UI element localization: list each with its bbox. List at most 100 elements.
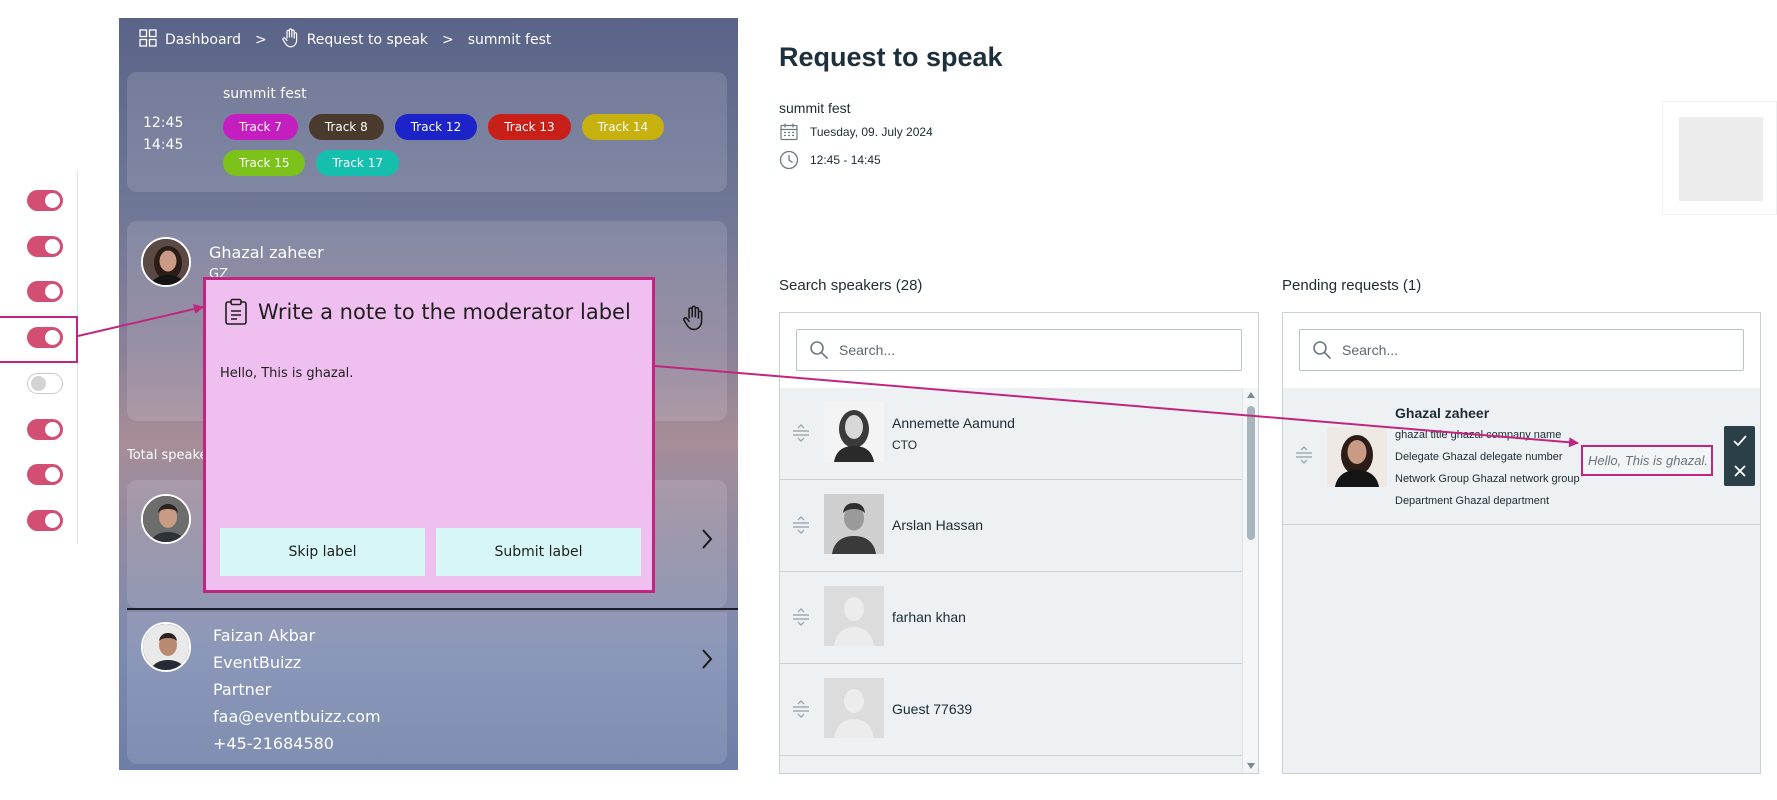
breadcrumb: Dashboard > Request to speak > summit fe… bbox=[139, 28, 552, 52]
track-pill[interactable]: Track 12 bbox=[394, 114, 478, 140]
track-pill[interactable]: Track 13 bbox=[488, 114, 571, 140]
speaker-email[interactable]: faa@eventbuizz.com bbox=[213, 703, 381, 730]
toggle-switch-8[interactable] bbox=[27, 510, 63, 531]
speaker-name: Faizan Akbar bbox=[213, 626, 316, 645]
speaker-list: Annemette Aamund CTO Arslan Hassan farhan k… bbox=[780, 388, 1258, 773]
dashboard-grid-icon bbox=[139, 29, 157, 51]
event-times: 12:45 14:45 bbox=[143, 112, 183, 156]
event-date-row: Tuesday, 09. July 2024 bbox=[779, 121, 933, 143]
breadcrumb-separator: > bbox=[442, 32, 454, 48]
track-pill[interactable]: Track 8 bbox=[308, 114, 384, 140]
check-icon bbox=[1732, 435, 1747, 447]
speaker-row[interactable]: Annemette Aamund CTO bbox=[780, 388, 1242, 480]
modal-title: Write a note to the moderator label bbox=[258, 300, 631, 324]
speaker-avatar bbox=[141, 237, 191, 287]
moderator-note-text[interactable]: Hello, This is ghazal. bbox=[220, 366, 353, 381]
close-icon bbox=[1733, 465, 1746, 477]
reject-button[interactable] bbox=[1724, 456, 1755, 486]
event-name: summit fest bbox=[779, 100, 851, 116]
speaker-photo bbox=[824, 402, 884, 462]
toggle-switch-2[interactable] bbox=[27, 236, 63, 257]
calendar-icon bbox=[779, 122, 801, 142]
drag-handle-icon[interactable] bbox=[792, 700, 810, 723]
pending-request-row[interactable]: Ghazal zaheer ghazal title ghazal compan… bbox=[1283, 388, 1760, 525]
event-name: summit fest bbox=[223, 86, 307, 102]
chevron-right-icon[interactable] bbox=[701, 528, 713, 554]
track-pill[interactable]: Track 17 bbox=[316, 150, 399, 176]
breadcrumb-separator: > bbox=[254, 32, 267, 48]
event-thumbnail-card bbox=[1662, 101, 1777, 215]
scrollbar-thumb[interactable] bbox=[1247, 406, 1255, 540]
request-name: Ghazal zaheer bbox=[1395, 405, 1490, 421]
event-end-time: 14:45 bbox=[143, 137, 184, 153]
approve-button[interactable] bbox=[1724, 426, 1755, 456]
search-speakers-title: Search speakers (28) bbox=[779, 277, 923, 294]
drag-handle-icon[interactable] bbox=[792, 608, 810, 631]
request-details: Ghazal zaheer ghazal title ghazal compan… bbox=[1395, 402, 1580, 512]
speaker-row-name: Annemette Aamund bbox=[892, 415, 1015, 431]
app-root: Dashboard > Request to speak > summit fe… bbox=[0, 0, 1777, 800]
toggle-switch-5[interactable] bbox=[27, 373, 63, 394]
breadcrumb-request-to-speak[interactable]: Request to speak bbox=[307, 32, 428, 48]
breadcrumb-dashboard[interactable]: Dashboard bbox=[165, 32, 241, 48]
pending-search-input[interactable] bbox=[1342, 342, 1719, 358]
request-actions bbox=[1724, 426, 1755, 486]
toggle-switch-6[interactable] bbox=[27, 419, 63, 440]
toggle-switch-3[interactable] bbox=[27, 281, 63, 302]
request-network-group: Network Group Ghazal network group bbox=[1395, 473, 1580, 485]
speaker-row[interactable]: farhan khan bbox=[780, 572, 1242, 664]
toggle-switch-7[interactable] bbox=[27, 464, 63, 485]
breadcrumb-event: summit fest bbox=[467, 32, 552, 48]
speaker-search-box bbox=[796, 329, 1242, 371]
request-delegate: Delegate Ghazal delegate number bbox=[1395, 451, 1563, 463]
drag-handle-icon[interactable] bbox=[1295, 446, 1313, 469]
search-icon bbox=[1313, 341, 1332, 360]
speaker-phone[interactable]: +45-21684580 bbox=[213, 730, 381, 757]
track-list: Track 7 Track 8 Track 12 Track 13 Track 14 Tr… bbox=[223, 114, 713, 176]
speaker-row[interactable]: Arslan Hassan bbox=[780, 480, 1242, 572]
pending-requests-panel: Ghazal zaheer ghazal title ghazal compan… bbox=[1282, 312, 1761, 774]
speaker-company: EventBuizz bbox=[213, 653, 302, 672]
clipboard-note-icon bbox=[224, 298, 248, 330]
speaker-list-avatar bbox=[141, 622, 191, 672]
request-photo bbox=[1327, 427, 1387, 487]
speaker-row-name: Arslan Hassan bbox=[892, 517, 984, 533]
track-pill[interactable]: Track 7 bbox=[223, 114, 298, 140]
drag-handle-icon[interactable] bbox=[792, 516, 810, 539]
track-pill[interactable]: Track 14 bbox=[581, 114, 665, 140]
request-title-company: ghazal title ghazal company name bbox=[1395, 429, 1562, 441]
page-title: Request to speak bbox=[779, 42, 1003, 72]
raised-hand-icon bbox=[281, 28, 299, 52]
pending-list: Ghazal zaheer ghazal title ghazal compan… bbox=[1283, 388, 1760, 773]
event-start-time: 12:45 bbox=[143, 115, 184, 131]
scroll-down-icon[interactable] bbox=[1247, 763, 1255, 769]
drag-handle-icon[interactable] bbox=[792, 424, 810, 447]
speaker-list-avatar bbox=[141, 494, 191, 544]
speaker-role: Partner bbox=[213, 680, 272, 699]
speaker-row-name: Guest 77639 bbox=[892, 701, 973, 717]
thumbnail-placeholder bbox=[1679, 117, 1763, 201]
track-pill[interactable]: Track 15 bbox=[223, 150, 306, 176]
event-time-row: 12:45 - 14:45 bbox=[779, 149, 881, 171]
speaker-details: Faizan Akbar EventBuizz Partner faa@even… bbox=[213, 622, 381, 757]
moderator-note-modal: Write a note to the moderator label Hell… bbox=[203, 277, 655, 593]
clock-icon bbox=[779, 150, 801, 170]
pending-requests-title: Pending requests (1) bbox=[1282, 277, 1422, 294]
search-speakers-panel: Annemette Aamund CTO Arslan Hassan farhan k… bbox=[779, 312, 1259, 774]
speaker-name: Ghazal zaheer bbox=[209, 243, 324, 262]
speaker-list-item[interactable]: Faizan Akbar EventBuizz Partner faa@even… bbox=[127, 612, 727, 764]
chevron-right-icon[interactable] bbox=[701, 648, 713, 674]
speaker-search-input[interactable] bbox=[839, 342, 1217, 358]
speaker-row[interactable]: Guest 77639 bbox=[780, 664, 1242, 756]
speaker-list-scrollbar[interactable] bbox=[1242, 388, 1258, 773]
speaker-photo bbox=[824, 586, 884, 646]
highlighted-toggle-frame bbox=[0, 316, 78, 363]
submit-button[interactable]: Submit label bbox=[436, 528, 641, 576]
skip-button[interactable]: Skip label bbox=[220, 528, 425, 576]
event-time: 12:45 - 14:45 bbox=[810, 153, 881, 167]
raise-hand-button[interactable] bbox=[681, 305, 705, 335]
scroll-up-icon[interactable] bbox=[1247, 392, 1255, 398]
speaker-photo bbox=[824, 494, 884, 554]
request-note: Hello, This is ghazal. bbox=[1581, 445, 1713, 476]
toggle-switch-1[interactable] bbox=[27, 190, 63, 211]
